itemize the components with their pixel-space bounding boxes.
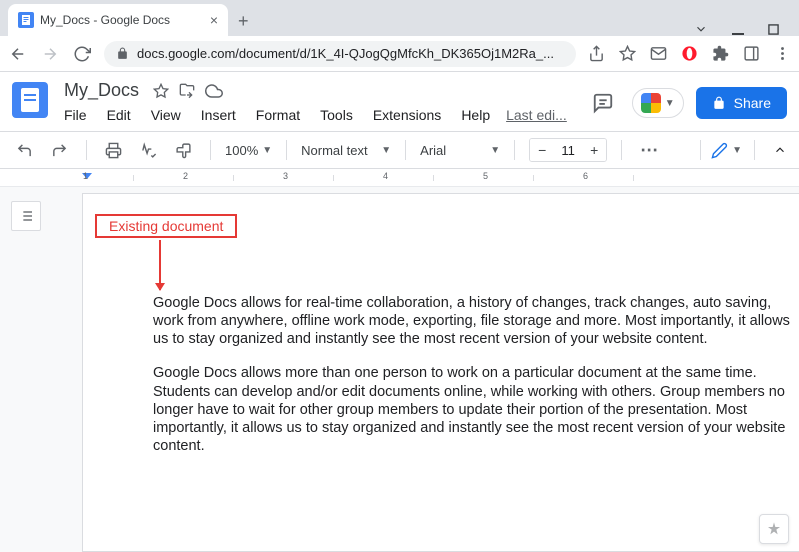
last-edit-link[interactable]: Last edi... — [506, 107, 567, 123]
star-icon[interactable] — [153, 83, 169, 99]
menu-help[interactable]: Help — [457, 105, 494, 125]
print-button[interactable] — [101, 138, 126, 163]
font-size-stepper: − 11 + — [529, 138, 607, 162]
comment-history-button[interactable] — [586, 86, 620, 120]
menu-edit[interactable]: Edit — [103, 105, 135, 125]
menu-format[interactable]: Format — [252, 105, 304, 125]
menu-tools[interactable]: Tools — [316, 105, 357, 125]
collapse-toolbar-button[interactable] — [767, 140, 787, 160]
document-body[interactable]: Google Docs allows for real-time collabo… — [153, 294, 799, 455]
url-text: docs.google.com/document/d/1K_4I-QJogQgM… — [137, 46, 554, 61]
browser-tab-strip: My_Docs - Google Docs × + — [0, 0, 799, 36]
cloud-status-icon[interactable] — [205, 82, 223, 100]
url-field[interactable]: docs.google.com/document/d/1K_4I-QJogQgM… — [104, 41, 576, 67]
tab-title: My_Docs - Google Docs — [40, 13, 170, 27]
bookmark-icon[interactable] — [619, 45, 636, 62]
document-canvas: Existing document Google Docs allows for… — [0, 187, 799, 552]
ruler-tick: 3 — [283, 171, 288, 181]
active-tab[interactable]: My_Docs - Google Docs × — [8, 4, 228, 36]
outline-toggle-button[interactable] — [11, 201, 41, 231]
font-size-decrease[interactable]: − — [530, 139, 554, 161]
forward-button[interactable] — [40, 45, 60, 63]
page[interactable]: Existing document Google Docs allows for… — [82, 193, 799, 552]
address-bar: docs.google.com/document/d/1K_4I-QJogQgM… — [0, 36, 799, 72]
toolbar: 100%▼ Normal text▼ Arial▼ − 11 + ⋯ ▼ — [0, 131, 799, 169]
document-title[interactable]: My_Docs — [60, 78, 143, 103]
window-controls — [694, 22, 791, 36]
share-url-icon[interactable] — [588, 45, 605, 62]
back-button[interactable] — [8, 45, 28, 63]
chevron-down-icon: ▼ — [665, 98, 675, 109]
meet-icon — [641, 93, 661, 113]
editing-mode-select[interactable]: ▼ — [700, 140, 742, 160]
paint-format-button[interactable] — [171, 138, 196, 163]
zoom-select[interactable]: 100%▼ — [225, 143, 272, 158]
more-tools-button[interactable]: ⋯ — [636, 136, 664, 165]
close-tab-icon[interactable]: × — [210, 12, 218, 28]
menu-view[interactable]: View — [147, 105, 185, 125]
spellcheck-button[interactable] — [136, 138, 161, 163]
undo-button[interactable] — [12, 138, 37, 163]
share-label: Share — [734, 95, 771, 111]
ruler-tick: 2 — [183, 171, 188, 181]
meet-button[interactable]: ▼ — [632, 88, 684, 118]
mail-icon[interactable] — [650, 45, 667, 62]
side-panel-icon[interactable] — [743, 45, 760, 62]
font-select[interactable]: Arial▼ — [420, 143, 500, 158]
docs-favicon — [18, 12, 34, 28]
chevron-down-icon[interactable] — [694, 22, 708, 36]
kebab-menu-icon[interactable] — [774, 45, 791, 62]
docs-home-button[interactable] — [12, 82, 48, 118]
annotation-arrow — [159, 240, 161, 290]
font-size-value[interactable]: 11 — [554, 143, 582, 158]
ruler[interactable]: 1 2 3 4 5 6 — [0, 169, 799, 187]
ruler-tick: 6 — [583, 171, 588, 181]
ruler-tick: 4 — [383, 171, 388, 181]
font-size-increase[interactable]: + — [582, 139, 606, 161]
extensions-icon[interactable] — [712, 45, 729, 62]
paragraph: Google Docs allows more than one person … — [153, 364, 797, 455]
ruler-tick: 1 — [83, 171, 88, 181]
ruler-tick: 5 — [483, 171, 488, 181]
menu-bar: File Edit View Insert Format Tools Exten… — [60, 105, 574, 125]
minimize-icon[interactable] — [732, 23, 744, 35]
pencil-icon — [711, 142, 728, 159]
opera-icon[interactable] — [681, 45, 698, 62]
paragraph-style-select[interactable]: Normal text▼ — [301, 143, 391, 158]
move-icon[interactable] — [179, 83, 195, 99]
chevron-down-icon: ▼ — [732, 145, 742, 156]
lock-icon — [712, 96, 726, 110]
menu-extensions[interactable]: Extensions — [369, 105, 445, 125]
share-button[interactable]: Share — [696, 87, 787, 119]
paragraph: Google Docs allows for real-time collabo… — [153, 294, 797, 348]
new-tab-button[interactable]: + — [228, 7, 259, 36]
menu-file[interactable]: File — [60, 105, 91, 125]
reload-button[interactable] — [72, 45, 92, 63]
docs-titlebar: My_Docs File Edit View Insert Format Too… — [0, 72, 799, 125]
redo-button[interactable] — [47, 138, 72, 163]
explore-button[interactable] — [759, 514, 789, 544]
maximize-icon[interactable] — [768, 24, 779, 35]
annotation-label: Existing document — [95, 214, 237, 238]
menu-insert[interactable]: Insert — [197, 105, 240, 125]
lock-icon — [116, 47, 129, 60]
